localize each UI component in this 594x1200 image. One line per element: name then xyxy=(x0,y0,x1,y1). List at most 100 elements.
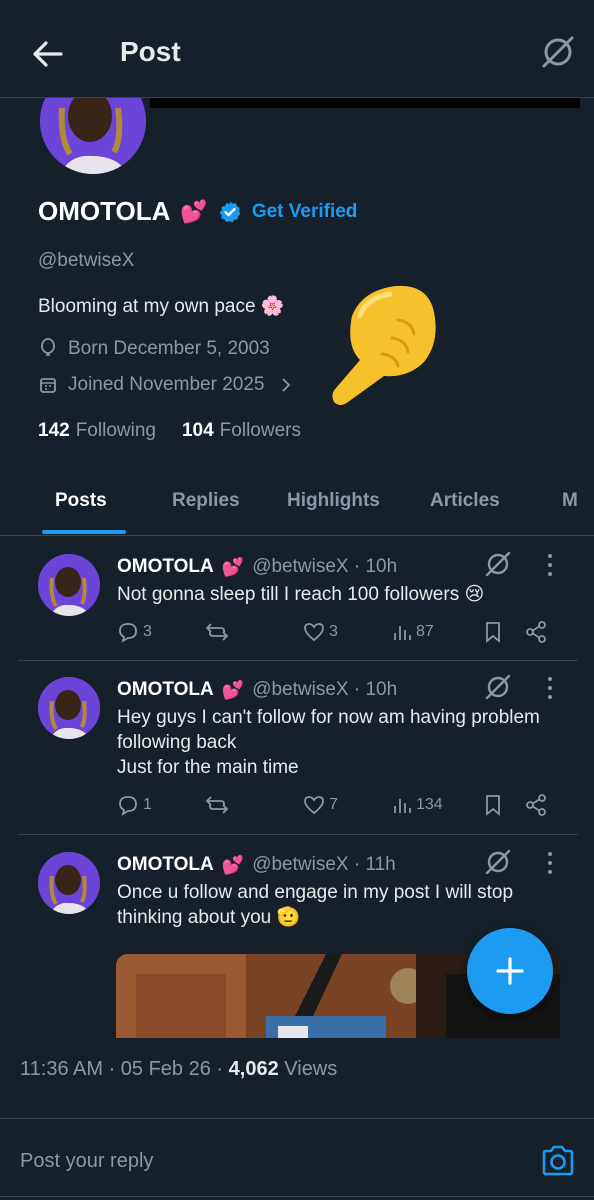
share-icon xyxy=(526,794,546,816)
tweet-header: OMOTOLA 💕 @betwiseX · 10h xyxy=(117,679,397,701)
joined-row[interactable]: Joined November 2025 xyxy=(38,374,292,396)
grok-icon[interactable] xyxy=(484,848,512,876)
tweet-1[interactable]: OMOTOLA 💕 @betwiseX · 10h Not gonna slee… xyxy=(18,538,578,661)
calendar-icon xyxy=(40,378,56,393)
tweet-avatar[interactable] xyxy=(38,852,100,914)
views-count: 134 xyxy=(416,796,443,813)
bookmark-button[interactable] xyxy=(484,621,502,643)
heart-icon xyxy=(304,796,324,815)
tweet-header: OMOTOLA 💕 @betwiseX · 10h xyxy=(117,556,397,578)
share-icon xyxy=(526,621,546,643)
born-text: Born December 5, 2003 xyxy=(68,338,270,359)
tweet-handle-time: @betwiseX · 10h xyxy=(252,679,398,700)
share-button[interactable] xyxy=(525,621,547,643)
views-icon xyxy=(394,626,411,640)
profile-tabs: Posts Replies Highlights Articles M xyxy=(0,480,594,536)
following-count: 142 xyxy=(38,420,70,441)
like-count: 7 xyxy=(329,796,338,813)
more-options-icon[interactable] xyxy=(540,552,560,578)
reply-icon xyxy=(119,623,137,643)
repost-button[interactable] xyxy=(205,794,229,816)
grok-button[interactable] xyxy=(538,32,578,72)
grok-icon xyxy=(542,36,574,68)
tweet-name-emoji: 💕 xyxy=(221,679,245,700)
followers-label: Followers xyxy=(219,420,301,441)
followers-link[interactable]: 104 Followers xyxy=(182,420,301,442)
tweet-header: OMOTOLA 💕 @betwiseX · 11h xyxy=(117,854,396,876)
following-label: Following xyxy=(75,420,156,441)
back-button[interactable] xyxy=(28,34,68,74)
followers-count: 104 xyxy=(181,420,214,441)
verified-badge-icon xyxy=(219,201,241,222)
profile-name: OMOTOLA xyxy=(38,196,171,226)
post-timestamp-views: 11:36 AM · 05 Feb 26 · 4,062 Views xyxy=(20,1058,337,1081)
tab-posts[interactable]: Posts xyxy=(55,490,107,512)
tweet-text: Hey guys I can't follow for now am havin… xyxy=(117,707,540,778)
bookmark-icon xyxy=(486,795,500,816)
tweet-actions: 1 7 134 xyxy=(117,791,567,819)
tweet-handle-time: @betwiseX · 10h xyxy=(252,556,398,577)
joined-text: Joined November 2025 xyxy=(68,374,265,395)
views-count: 87 xyxy=(416,623,434,640)
tweet-author-name[interactable]: OMOTOLA xyxy=(117,556,214,578)
tab-articles[interactable]: Articles xyxy=(430,490,500,512)
more-options-icon[interactable] xyxy=(540,675,560,701)
arrow-left-icon xyxy=(33,41,63,67)
bookmark-button[interactable] xyxy=(484,794,502,816)
tweet-avatar[interactable] xyxy=(38,554,100,616)
tweet-author-name[interactable]: OMOTOLA xyxy=(117,854,214,876)
tweet-author-name[interactable]: OMOTOLA xyxy=(117,679,214,701)
like-button[interactable]: 3 xyxy=(303,622,338,642)
camera-icon[interactable] xyxy=(540,1144,576,1178)
repost-button[interactable] xyxy=(205,621,229,643)
grok-icon[interactable] xyxy=(484,550,512,578)
tweet-handle-time: @betwiseX · 11h xyxy=(252,854,396,875)
balloon-icon xyxy=(41,338,55,357)
divider xyxy=(0,1118,594,1119)
tab-more[interactable]: M xyxy=(562,490,578,512)
views-label: Views xyxy=(284,1058,338,1080)
following-link[interactable]: 142 Following xyxy=(38,420,156,442)
tab-replies[interactable]: Replies xyxy=(172,490,240,512)
reply-button[interactable]: 1 xyxy=(117,794,152,816)
plus-icon xyxy=(496,957,524,985)
name-emoji: 💕 xyxy=(180,198,208,224)
reply-input[interactable]: Post your reply xyxy=(20,1150,153,1173)
embedded-screenshot: OMOTOLA 💕 Get Verified @betwiseX Bloomin… xyxy=(0,98,594,1038)
tweet-name-emoji: 💕 xyxy=(221,854,245,875)
views-button[interactable]: 87 xyxy=(392,622,434,642)
views-icon xyxy=(394,799,411,813)
compose-button[interactable] xyxy=(467,928,553,1014)
post-time-date: 11:36 AM · 05 Feb 26 · xyxy=(20,1058,229,1080)
get-verified-link[interactable]: Get Verified xyxy=(252,201,358,223)
active-tab-indicator xyxy=(42,530,126,534)
more-options-icon[interactable] xyxy=(540,850,560,876)
tweet-name-emoji: 💕 xyxy=(221,556,245,577)
tweet-text: Once u follow and engage in my post I wi… xyxy=(117,882,514,928)
tweet-2[interactable]: OMOTOLA 💕 @betwiseX · 10h Hey guys I can… xyxy=(18,661,578,835)
pointing-hand-icon xyxy=(332,285,436,405)
reply-icon xyxy=(119,796,137,816)
profile-avatar[interactable] xyxy=(40,98,146,174)
like-button[interactable]: 7 xyxy=(303,795,338,815)
tweet-text: Not gonna sleep till I reach 100 followe… xyxy=(117,584,485,605)
grok-icon[interactable] xyxy=(484,673,512,701)
tweet-actions: 3 3 87 xyxy=(117,618,567,646)
chevron-right-icon xyxy=(282,378,291,392)
born-row: Born December 5, 2003 xyxy=(38,338,270,360)
like-count: 3 xyxy=(329,623,338,640)
follow-counts: 142 Following 104 Followers xyxy=(38,420,301,442)
share-button[interactable] xyxy=(525,794,547,816)
top-bar: Post xyxy=(0,0,594,98)
bookmark-icon xyxy=(486,622,500,643)
reply-count: 1 xyxy=(143,796,152,813)
profile-bio: Blooming at my own pace 🌸 xyxy=(38,296,285,317)
tab-highlights[interactable]: Highlights xyxy=(287,490,380,512)
repost-icon xyxy=(205,623,229,641)
profile-handle: @betwiseX xyxy=(38,250,135,271)
views-count: 4,062 xyxy=(228,1058,279,1080)
views-button[interactable]: 134 xyxy=(392,795,443,815)
bottom-divider xyxy=(0,1196,594,1197)
reply-button[interactable]: 3 xyxy=(117,621,152,643)
tweet-avatar[interactable] xyxy=(38,677,100,739)
